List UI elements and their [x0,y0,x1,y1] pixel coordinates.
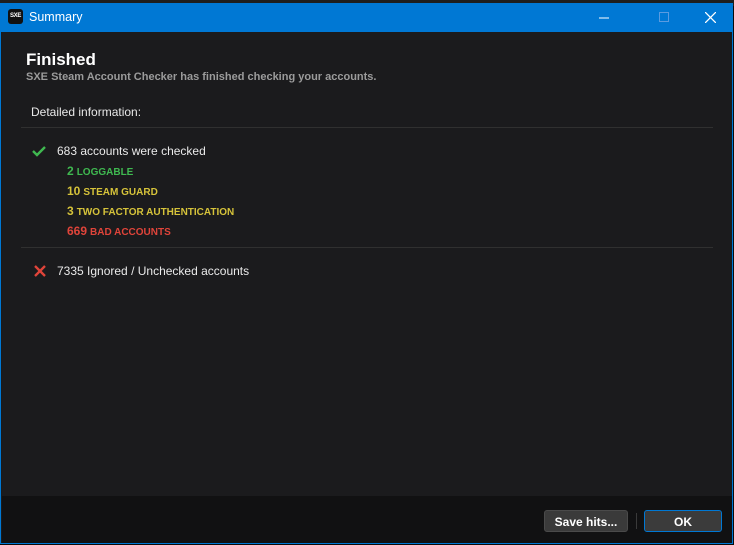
divider [21,127,713,128]
summary-dialog: SXE Summary Finished SXE Steam Account C… [0,3,733,544]
stat-steam-guard: 10 STEAM GUARD [67,184,158,198]
stat-bad-accounts: 669 BAD ACCOUNTS [67,224,171,238]
ok-button[interactable]: OK [644,510,722,532]
button-separator [636,513,637,529]
maximize-icon [659,12,669,22]
dialog-footer: Save hits... OK [2,496,732,543]
detail-label: Detailed information: [31,105,142,119]
app-icon: SXE [8,9,23,24]
maximize-button[interactable] [641,3,687,32]
ignored-summary: 7335 Ignored / Unchecked accounts [57,264,250,278]
minimize-button[interactable] [581,3,627,32]
page-subtitle: SXE Steam Account Checker has finished c… [26,71,377,83]
window-title: Summary [29,10,83,24]
save-hits-button[interactable]: Save hits... [544,510,628,532]
divider [21,247,713,248]
stat-loggable: 2 LOGGABLE [67,164,134,178]
minimize-icon [599,17,609,19]
checkmark-icon [32,146,46,157]
x-icon [34,265,46,277]
page-title: Finished [26,50,96,69]
checked-summary: 683 accounts were checked [57,144,206,158]
close-button[interactable] [687,3,733,32]
title-bar[interactable]: SXE Summary [1,3,732,32]
close-icon [705,12,716,23]
stat-two-factor: 3 TWO FACTOR AUTHENTICATION [67,204,235,218]
summary-content: Finished SXE Steam Account Checker has f… [2,32,732,496]
